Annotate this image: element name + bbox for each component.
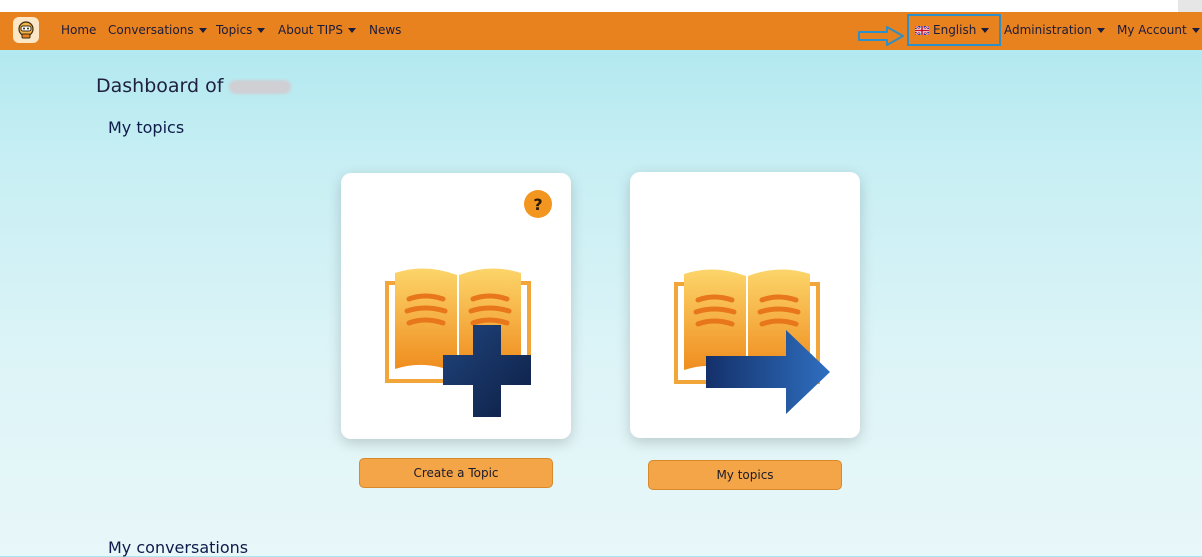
uk-flag-icon <box>915 26 929 35</box>
nav-my-account-label: My Account <box>1117 23 1187 37</box>
help-icon[interactable]: ? <box>524 190 552 218</box>
logo-icon[interactable] <box>13 17 39 43</box>
nav-administration-label: Administration <box>1004 23 1092 37</box>
language-label: English <box>933 23 977 37</box>
chevron-down-icon <box>348 28 357 33</box>
top-strip <box>0 0 1202 12</box>
nav-conversations-label: Conversations <box>108 23 194 37</box>
chevron-down-icon <box>1191 28 1200 33</box>
book-add-icon <box>385 268 531 417</box>
nav-about[interactable]: About TIPS <box>278 23 357 37</box>
nav-conversations[interactable]: Conversations <box>108 23 207 37</box>
section-my-conversations: My conversations <box>108 538 249 557</box>
chevron-down-icon <box>1096 28 1105 33</box>
nav-news[interactable]: News <box>369 23 401 37</box>
nav-topics[interactable]: Topics <box>216 23 266 37</box>
create-topic-card[interactable]: ? <box>341 173 571 439</box>
nav-topics-label: Topics <box>216 23 253 37</box>
arrow-right-icon <box>858 26 904 46</box>
navbar: Home Conversations Topics About TIPS New… <box>0 12 1202 50</box>
book-arrow-icon <box>674 269 830 414</box>
nav-about-label: About TIPS <box>278 23 344 37</box>
language-selector[interactable]: English <box>915 23 990 37</box>
scrollbar-corner <box>1178 0 1202 12</box>
chevron-down-icon <box>198 28 207 33</box>
my-topics-button[interactable]: My topics <box>648 460 842 490</box>
page-title-prefix: Dashboard of <box>96 75 224 97</box>
nav-home[interactable]: Home <box>61 23 96 37</box>
create-topic-button[interactable]: Create a Topic <box>359 458 553 488</box>
redacted-username <box>229 79 292 94</box>
chevron-down-icon <box>257 28 266 33</box>
my-topics-card[interactable] <box>630 172 860 438</box>
nav-administration[interactable]: Administration <box>1004 23 1105 37</box>
page-title: Dashboard of <box>96 75 292 97</box>
nav-my-account[interactable]: My Account <box>1117 23 1200 37</box>
section-my-topics: My topics <box>108 118 185 137</box>
chevron-down-icon <box>981 28 990 33</box>
